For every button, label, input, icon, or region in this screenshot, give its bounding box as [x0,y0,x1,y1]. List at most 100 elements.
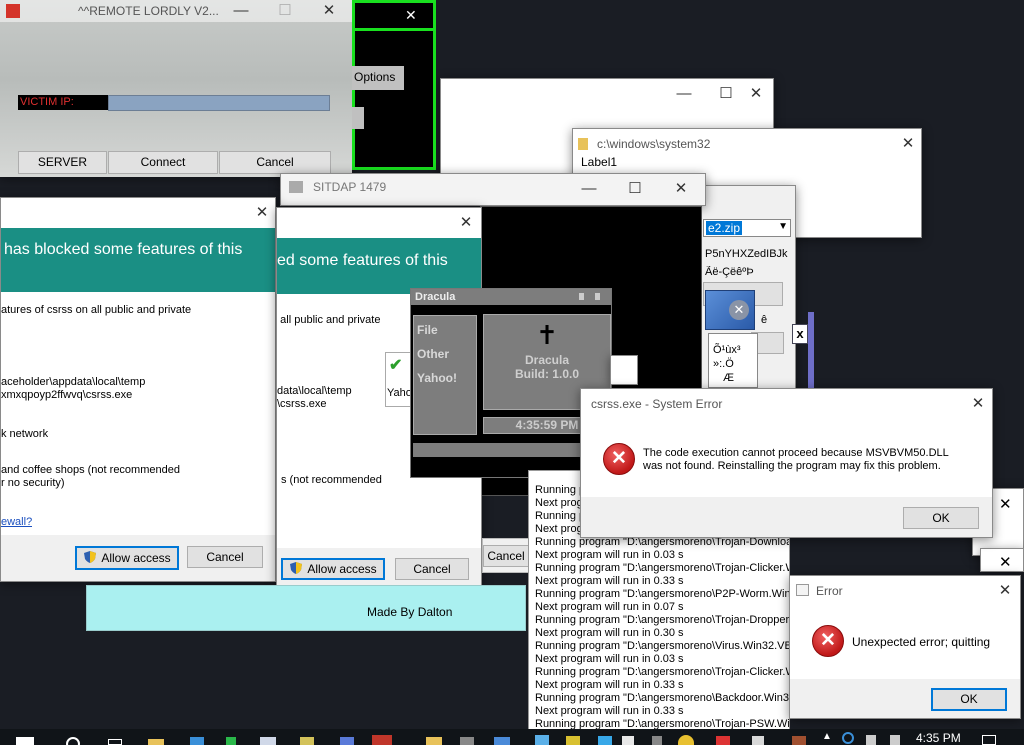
cancel-button[interactable]: Cancel [395,558,469,580]
fw-left-line1: atures of csrss on all public and privat… [1,304,192,316]
allow-access-button[interactable]: Allow access [75,546,179,570]
app-taskbar-icon[interactable] [598,736,612,745]
odd-text-1: P5nYHXZedIBJk [705,248,788,260]
checkmark-icon: ✔ [389,357,403,374]
dracula-name: Dracula [524,353,570,367]
tray-icon[interactable] [890,735,900,745]
window-icon [289,181,303,193]
menu-file[interactable]: File [414,316,476,337]
log-line: Running program "D:\angersmoreno\Trojan-… [535,562,789,574]
yahoo-check-window: ✔ Yaho [385,352,413,407]
menu-yahoo[interactable]: Yahoo! [414,361,476,385]
chevron-up-icon[interactable]: ▲ [822,731,832,742]
victim-label: VICTIM IP: [18,95,108,110]
network-icon[interactable] [842,732,854,744]
ok-button[interactable]: OK [903,507,979,529]
app-taskbar-icon[interactable] [426,737,442,745]
app-taskbar-icon[interactable] [340,737,354,745]
app-taskbar-icon[interactable] [716,736,730,745]
close-circle-icon[interactable]: ✕ [729,300,749,320]
close-button[interactable]: ✕ [239,198,275,228]
close-button[interactable]: ✕ [955,389,992,419]
folder-taskbar-icon[interactable] [148,739,164,745]
window-controls-icon[interactable] [595,293,600,300]
purple-bar [808,312,814,392]
error-msg: Unexpected error; quitting [852,635,991,649]
menu-other[interactable]: Other [414,337,476,361]
smiley-icon[interactable] [678,735,694,745]
app-icon [796,584,809,596]
taskbar: ▲ 4:35 PM [0,729,1024,745]
app-taskbar-icon[interactable] [494,737,510,745]
maximize-button[interactable]: ☐ [262,0,308,22]
log-line: Next program will run in 0.33 s [535,705,684,717]
taskbar-clock[interactable]: 4:35 PM [916,731,961,745]
close-icon[interactable]: ✕ [999,495,1012,513]
log-line: Running program "D:\angersmoreno\Trojan-… [535,666,790,678]
minimize-button[interactable]: — [661,79,707,109]
app-taskbar-icon[interactable] [226,737,236,745]
log-line: Next program will run in 0.33 s [535,679,684,691]
ok-button[interactable]: OK [931,688,1007,711]
fw-right-net1: s (not recommended [281,474,382,486]
shield-icon [83,550,97,564]
firewall-header: has blocked some features of this [1,228,275,292]
close-icon[interactable]: ✕ [999,553,1012,571]
app-taskbar-icon[interactable] [566,736,580,745]
app-taskbar-icon[interactable] [260,737,276,745]
start-icon[interactable] [16,737,34,745]
app-taskbar-icon[interactable] [792,736,806,745]
cancel-button[interactable]: Cancel [483,545,529,567]
csrss-error-title: csrss.exe - System Error [591,397,723,411]
cancel-button[interactable]: Cancel [187,546,263,568]
dracula-title-bar: Dracula [411,289,611,305]
close-x-box[interactable]: x [792,324,808,344]
app-taskbar-icon[interactable] [535,735,549,745]
close-button[interactable]: ✕ [658,174,704,204]
server-button[interactable]: SERVER [18,151,107,174]
zip-dropdown[interactable]: e2.zip ▼ [703,219,791,237]
firewall-header: ed some features of this [277,238,481,294]
log-line: Next program will run in 0.03 s [535,653,684,665]
shield-icon [289,561,303,575]
connect-button[interactable]: Connect [108,151,218,174]
app-taskbar-icon[interactable] [460,737,474,745]
minimize-button[interactable]: — [218,0,264,22]
fw-left-net3: r no security) [1,477,65,489]
close-button[interactable]: ✕ [885,129,921,159]
cancel-button[interactable]: Cancel [219,151,331,174]
taskview-icon[interactable] [108,739,122,745]
close-button[interactable]: ✕ [733,79,773,109]
error-dialog: Error ✕ ✕ Unexpected error; quitting OK [789,575,1021,719]
close-button[interactable]: ✕ [982,576,1020,606]
csrss-error-msg2: was not found. Reinstalling the program … [643,460,941,472]
notification-icon[interactable] [982,735,996,745]
fw-right-path2: \csrss.exe [277,398,327,410]
minimize-button[interactable]: — [566,174,612,204]
fw-left-link[interactable]: ewall? [1,516,32,528]
window-controls-icon[interactable] [579,293,584,300]
app-taskbar-icon[interactable] [622,736,634,745]
log-line: Running program "D:\angersmoreno\P2P-Wor… [535,588,790,600]
fw-left-net1: k network [1,428,49,440]
odd-subwindow: Õ¹ùx³ »:.Ö Æ [708,333,758,388]
close-icon[interactable]: ✕ [405,7,417,24]
app-taskbar-icon[interactable] [300,737,314,745]
log-line: Running program "D:\angersmoreno\Virus.W… [535,640,790,652]
green-window-button[interactable] [352,107,364,129]
victim-ip-input[interactable] [108,95,330,111]
app-taskbar-icon[interactable] [652,736,662,745]
allow-access-button[interactable]: Allow access [281,558,385,580]
search-icon[interactable] [66,737,80,745]
mid-window-title: SITDAP 1479 [289,180,386,194]
app-taskbar-icon[interactable] [190,737,204,745]
app-taskbar-icon[interactable] [752,736,764,745]
app-taskbar-icon[interactable] [372,735,392,745]
close-button[interactable]: ✕ [443,208,481,238]
options-button[interactable]: Options [352,66,404,90]
maximize-button[interactable]: ☐ [612,174,658,204]
app-icon [6,4,20,18]
dracula-build: Build: 1.0.0 [514,367,579,381]
tray-icon[interactable] [866,735,876,745]
close-button[interactable]: ✕ [306,0,352,22]
